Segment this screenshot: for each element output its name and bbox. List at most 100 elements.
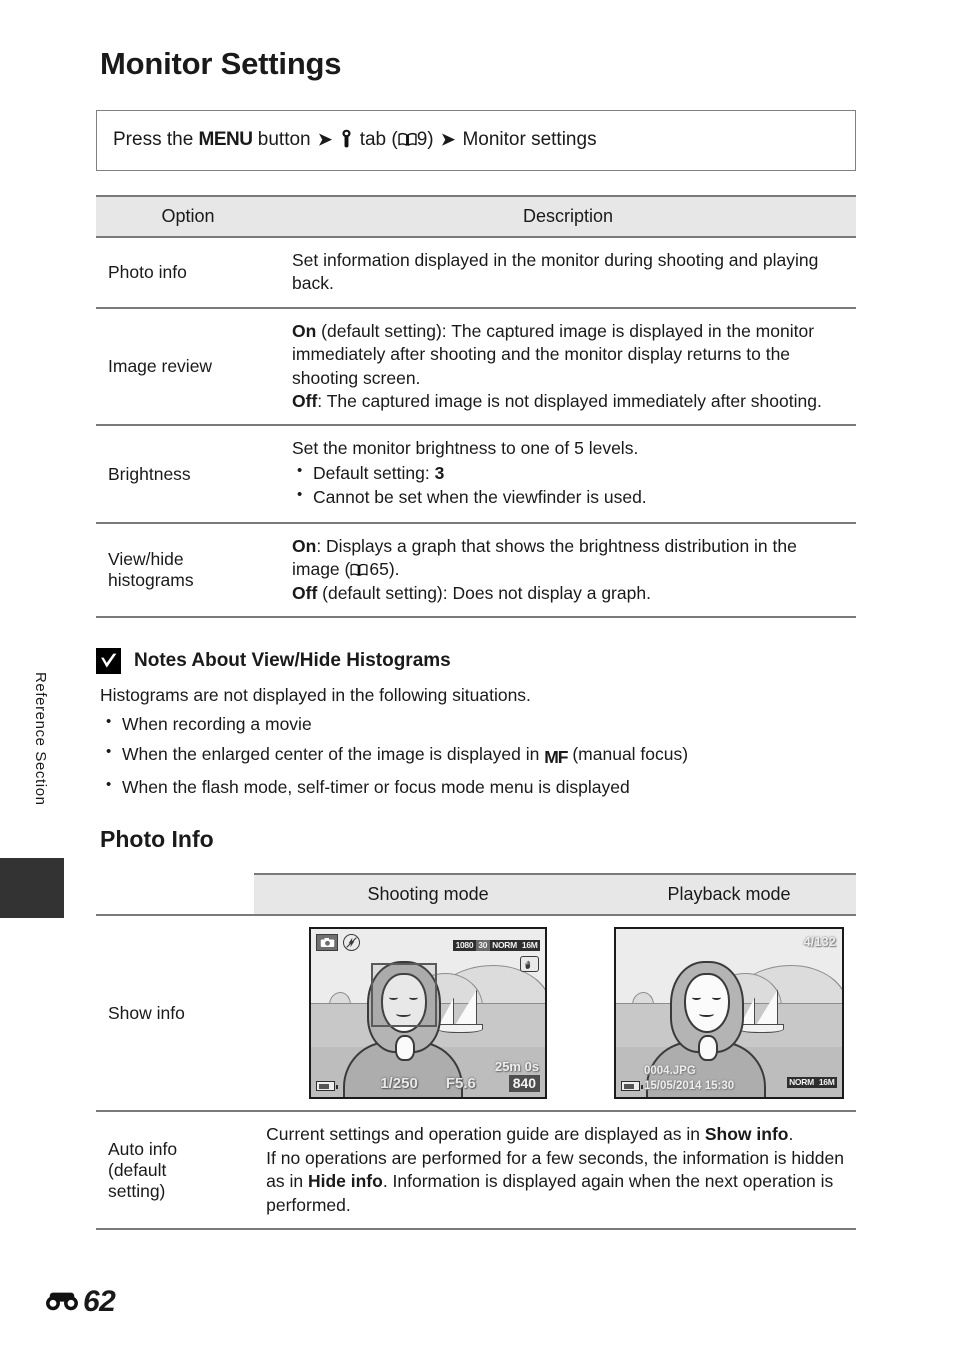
ref-page-number: 9): [416, 129, 434, 150]
table-header-row: Option Description: [96, 194, 856, 238]
notes-item: When recording a movie: [100, 712, 856, 736]
movie-size-badge: 1080: [453, 939, 476, 952]
header-blank: [96, 874, 254, 915]
bullet-item: Cannot be set when the viewfinder is use…: [292, 485, 844, 509]
table-row-show-info: Show info 1080 30 NORM 16M 1/250 F5.6 25…: [96, 914, 856, 1113]
description-line: Off: The captured image is not displayed…: [292, 390, 844, 413]
bullet-text: Default setting:: [313, 462, 435, 483]
option-name: Image review: [96, 306, 280, 427]
value-on: On: [292, 535, 317, 556]
table-row-auto-info: Auto info (default setting) Current sett…: [96, 1110, 856, 1230]
notes-block: Notes About View/Hide Histograms Histogr…: [96, 648, 856, 798]
notes-item: When the flash mode, self-timer or focus…: [100, 775, 856, 799]
image-quality-badge: NORM: [489, 939, 520, 952]
person-hand: [698, 1035, 718, 1062]
notes-heading: Notes About View/Hide Histograms: [96, 648, 856, 674]
option-name-line: (default: [108, 1159, 167, 1180]
description-text: : The captured image is not displayed im…: [317, 390, 822, 411]
image-size-badge: 16M: [816, 1076, 837, 1089]
notes-list: When recording a movie When the enlarged…: [100, 712, 856, 799]
description-bullets: Default setting: 3 Cannot be set when th…: [292, 461, 844, 510]
option-name: Auto info (default setting): [96, 1110, 255, 1230]
page-number: 62: [83, 1285, 116, 1318]
value-off: Off: [292, 390, 318, 411]
book-reference-icon: [350, 560, 369, 577]
page-content: Monitor Settings Press the MENU button ➤…: [96, 0, 856, 1230]
shooting-quality-indicators: 1080 30 NORM 16M: [453, 934, 541, 955]
description-line: Set information displayed in the monitor…: [292, 249, 819, 294]
option-name-line: Auto info: [108, 1138, 178, 1159]
page-footer: 62: [44, 1285, 116, 1319]
shooting-mode-screen-cell: 1080 30 NORM 16M 1/250 F5.6 25m 0s 840: [254, 914, 602, 1113]
section-title-photo-info: Photo Info: [100, 826, 214, 853]
person-face: [684, 973, 730, 1034]
description-ref-tail: 65).: [369, 559, 400, 580]
playback-mode-screen-cell: 4/132 0004.JPG 15/05/2014 15:30 NORM 16M: [602, 914, 856, 1113]
bullet-bold-value: 3: [434, 462, 445, 483]
description-line: On (default setting): The captured image…: [292, 320, 844, 390]
description-line: Off (default setting): Does not display …: [292, 582, 844, 605]
table-row: Image review On (default setting): The c…: [96, 306, 856, 427]
description-line: Set the monitor brightness to one of 5 l…: [292, 438, 639, 459]
person-hand: [395, 1035, 416, 1062]
caution-check-icon: [96, 648, 121, 674]
table-row: Photo info Set information displayed in …: [96, 235, 856, 309]
arrow-right-icon: ➤: [317, 130, 333, 149]
reference-section-E-icon: [44, 1289, 80, 1316]
description-line: Current settings and operation guide are…: [266, 1123, 844, 1146]
notes-item-tail: (manual focus): [567, 743, 689, 764]
option-name: View/hide histograms: [96, 521, 280, 619]
description-text: (default setting): The captured image is…: [292, 320, 815, 388]
notes-heading-text: Notes About View/Hide Histograms: [134, 650, 451, 671]
header-playback-mode: Playback mode: [602, 873, 856, 917]
frame-counter: 4/132: [803, 934, 836, 950]
options-table: Option Description Photo info Set inform…: [96, 194, 856, 619]
menu-path-tab-word: tab: [359, 129, 387, 150]
aperture-value: F5.6: [445, 1075, 476, 1093]
camera-playback-screen: 4/132 0004.JPG 15/05/2014 15:30 NORM 16M: [614, 927, 844, 1100]
menu-button-label: MENU: [198, 129, 253, 150]
option-name-line: setting): [108, 1180, 166, 1201]
bullet-item: Default setting: 3: [292, 461, 844, 485]
vibration-reduction-hand-icon: [520, 956, 540, 973]
arrow-right-icon-2: ➤: [440, 130, 456, 149]
value-off: Off: [292, 582, 318, 603]
wrench-setup-tab-icon: [339, 129, 354, 148]
notes-lead: Histograms are not displayed in the foll…: [100, 685, 531, 705]
page-title: Monitor Settings: [100, 46, 342, 81]
book-reference-icon: [398, 130, 417, 146]
menu-path-destination: Monitor settings: [462, 129, 597, 150]
option-description: Current settings and operation guide are…: [254, 1110, 856, 1230]
option-name: Brightness: [96, 424, 280, 524]
table-header-row: Shooting mode Playback mode: [96, 873, 856, 917]
left-rail: Reference Section: [0, 0, 96, 1345]
shutter-speed: 1/250: [380, 1075, 418, 1093]
manual-focus-icon: MF: [544, 746, 568, 767]
value-on: On: [292, 320, 317, 341]
description-text: Current settings and operation guide are…: [266, 1124, 705, 1145]
section-label: Reference Section: [32, 672, 49, 806]
playback-quality-indicators: NORM 16M: [786, 1071, 837, 1092]
battery-icon: [621, 1081, 643, 1092]
autofocus-area-box: [371, 963, 438, 1028]
image-quality-badge: NORM: [786, 1076, 817, 1089]
option-description: On (default setting): The captured image…: [280, 306, 856, 427]
battery-fill: [623, 1083, 634, 1089]
menu-path-box: Press the MENU button ➤ tab (9) ➤ Monito…: [96, 110, 856, 171]
option-description: On: Displays a graph that shows the brig…: [280, 521, 856, 619]
notes-item: When the enlarged center of the image is…: [100, 742, 856, 769]
value-hide-info: Hide info: [307, 1171, 383, 1192]
shots-remaining: 840: [508, 1074, 541, 1093]
movie-time-remaining: 25m 0s: [494, 1059, 540, 1075]
description-line: If no operations are performed for a few…: [266, 1147, 844, 1217]
photo-info-table: Shooting mode Playback mode Show info 10…: [96, 873, 856, 1230]
header-description: Description: [280, 194, 856, 238]
section-tab-marker: [0, 858, 64, 918]
option-description: Set information displayed in the monitor…: [280, 235, 856, 309]
boat-hull: [437, 1024, 484, 1034]
flash-off-icon: [343, 934, 361, 952]
table-row: View/hide histograms On: Displays a grap…: [96, 521, 856, 619]
camera-auto-mode-icon: [316, 934, 339, 952]
description-text-post: .: [788, 1124, 794, 1145]
image-size-badge: 16M: [519, 939, 541, 952]
